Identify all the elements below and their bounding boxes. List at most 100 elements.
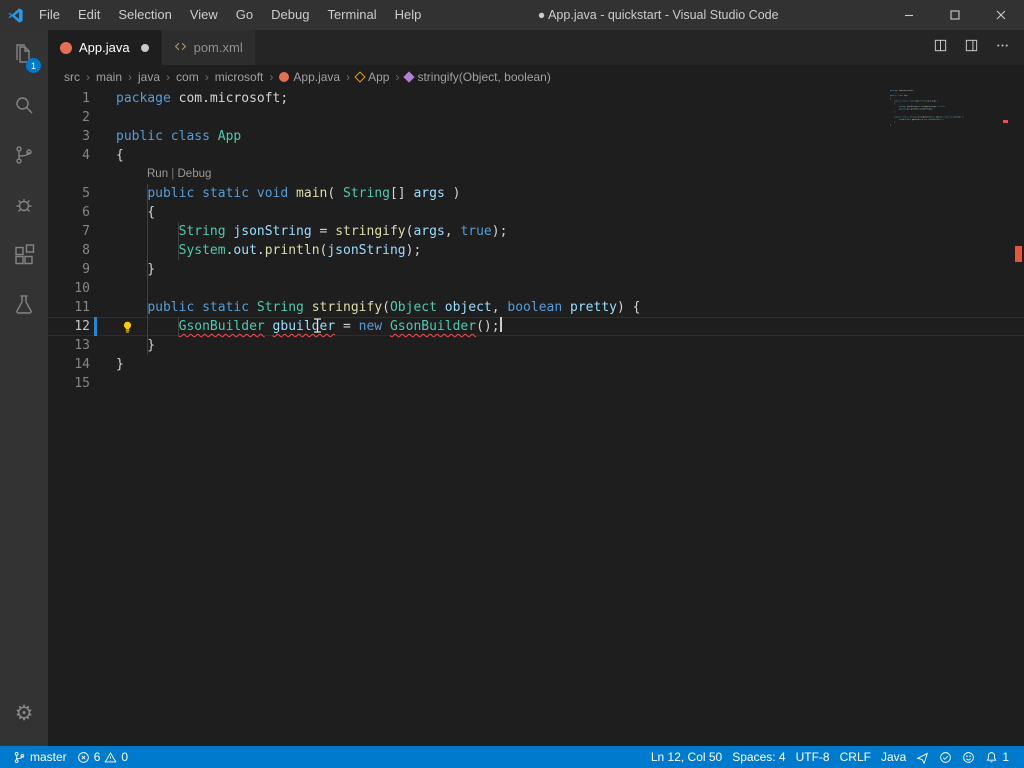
feedback-smiley-icon[interactable]	[957, 751, 980, 764]
tab-pom-xml[interactable]: pom.xml	[162, 30, 256, 65]
tab-app-java[interactable]: App.java	[48, 30, 162, 65]
breadcrumb-item[interactable]: src	[64, 70, 80, 84]
code-line[interactable]: 6 {	[48, 203, 1024, 222]
run-debug-icon[interactable]	[0, 180, 48, 230]
lightbulb-icon[interactable]	[121, 320, 135, 334]
menu-help[interactable]: Help	[386, 0, 431, 30]
toggle-layout-icon[interactable]	[964, 38, 979, 58]
code-line-text[interactable]: GsonBuilder gbuilder = new GsonBuilder()…	[116, 317, 1024, 336]
gutter-margin	[90, 203, 116, 222]
launch-icon[interactable]	[911, 751, 934, 764]
line-number[interactable]: 12	[48, 317, 90, 336]
code-line[interactable]: 8 System.out.println(jsonString);	[48, 241, 1024, 260]
search-icon[interactable]	[0, 80, 48, 130]
menu-file[interactable]: File	[30, 0, 69, 30]
code-line-text[interactable]: package com.microsoft;	[116, 89, 1024, 108]
split-editor-icon[interactable]	[933, 38, 948, 58]
line-number[interactable]: 6	[48, 203, 90, 222]
problems-indicator[interactable]: 6 0	[72, 750, 133, 764]
indentation-setting[interactable]: Spaces: 4	[727, 750, 790, 764]
line-number[interactable]: 7	[48, 222, 90, 241]
code-line[interactable]: 11 public static String stringify(Object…	[48, 298, 1024, 317]
menu-view[interactable]: View	[181, 0, 227, 30]
menu-terminal[interactable]: Terminal	[318, 0, 385, 30]
line-number[interactable]: 8	[48, 241, 90, 260]
code-line[interactable]: 7 String jsonString = stringify(args, tr…	[48, 222, 1024, 241]
code-line-text[interactable]	[116, 108, 1024, 127]
modified-dot-icon[interactable]	[141, 44, 149, 52]
minimap-line-text	[890, 126, 977, 129]
code-line[interactable]: 4{	[48, 146, 1024, 165]
branch-indicator[interactable]: master	[8, 750, 72, 764]
warning-icon	[104, 751, 117, 764]
java-file-icon	[60, 42, 72, 54]
codelens-debug-link[interactable]: Debug	[178, 168, 212, 180]
code-editor[interactable]: 1 package com.microsoft; 23 public class Ap…	[48, 89, 1024, 746]
code-line-text[interactable]: {	[116, 146, 1024, 165]
code-line[interactable]: 1 package com.microsoft;	[48, 89, 1024, 108]
breadcrumb-item[interactable]: java	[138, 70, 160, 84]
explorer-files-icon[interactable]: 1	[0, 30, 48, 80]
eol-setting[interactable]: CRLF	[835, 750, 876, 764]
minimap[interactable]: package com.microsoft;public class App{ …	[890, 89, 1010, 159]
language-mode[interactable]: Java	[876, 750, 911, 764]
gutter-margin	[90, 127, 116, 146]
code-line-text[interactable]: public class App	[116, 127, 1024, 146]
code-line[interactable]: 3 public class App	[48, 127, 1024, 146]
codelens-run-link[interactable]: Run	[147, 168, 168, 180]
maximize-button[interactable]	[932, 0, 978, 30]
line-number[interactable]: 4	[48, 146, 90, 165]
line-number[interactable]: 2	[48, 108, 90, 127]
line-number[interactable]: 13	[48, 336, 90, 355]
code-line-text[interactable]: System.out.println(jsonString);	[116, 241, 1024, 260]
encoding-setting[interactable]: UTF-8	[791, 750, 835, 764]
code-line-text[interactable]: String jsonString = stringify(args, true…	[116, 222, 1024, 241]
notifications-bell[interactable]: 1	[980, 750, 1014, 764]
breadcrumb-item[interactable]: stringify(Object, boolean)	[405, 70, 550, 84]
breadcrumb-item[interactable]: main	[96, 70, 122, 84]
code-line[interactable]: 5 public static void main( String[] args…	[48, 184, 1024, 203]
more-actions-icon[interactable]	[995, 38, 1010, 58]
code-line-text[interactable]: public static void main( String[] args )	[116, 184, 1024, 203]
branch-icon	[13, 751, 26, 764]
code-line-text[interactable]: }	[116, 355, 1024, 374]
code-line[interactable]: 9 }	[48, 260, 1024, 279]
close-button[interactable]	[978, 0, 1024, 30]
minimize-button[interactable]	[886, 0, 932, 30]
code-line-text[interactable]: }	[116, 336, 1024, 355]
test-beaker-icon[interactable]	[0, 280, 48, 330]
menu-selection[interactable]: Selection	[109, 0, 180, 30]
cursor-position[interactable]: Ln 12, Col 50	[646, 750, 727, 764]
line-number[interactable]: 14	[48, 355, 90, 374]
code-line-text[interactable]	[116, 374, 1024, 393]
code-line[interactable]: 15	[48, 374, 1024, 393]
line-number[interactable]: 3	[48, 127, 90, 146]
extensions-icon[interactable]	[0, 230, 48, 280]
code-line-text[interactable]: {	[116, 203, 1024, 222]
source-control-icon[interactable]	[0, 130, 48, 180]
line-number[interactable]: 15	[48, 374, 90, 393]
menu-go[interactable]: Go	[227, 0, 262, 30]
indent-guide	[178, 317, 179, 336]
code-line[interactable]: 2	[48, 108, 1024, 127]
breadcrumb-item[interactable]: microsoft	[215, 70, 264, 84]
line-number[interactable]: 10	[48, 279, 90, 298]
line-number[interactable]: 11	[48, 298, 90, 317]
java-status-icon[interactable]	[934, 751, 957, 764]
menu-debug[interactable]: Debug	[262, 0, 318, 30]
code-line-text[interactable]: }	[116, 260, 1024, 279]
code-line[interactable]: 13 }	[48, 336, 1024, 355]
breadcrumb-item[interactable]: App	[356, 70, 389, 84]
code-line[interactable]: 14}	[48, 355, 1024, 374]
line-number[interactable]: 5	[48, 184, 90, 203]
code-line-text[interactable]: public static String stringify(Object ob…	[116, 298, 1024, 317]
line-number[interactable]: 9	[48, 260, 90, 279]
settings-gear-icon[interactable]: ⚙	[0, 688, 48, 738]
code-line[interactable]: 10	[48, 279, 1024, 298]
line-number[interactable]: 1	[48, 89, 90, 108]
breadcrumb-item[interactable]: com	[176, 70, 199, 84]
menu-edit[interactable]: Edit	[69, 0, 109, 30]
code-line-text[interactable]	[116, 279, 1024, 298]
code-line[interactable]: 12 GsonBuilder gbuilder = new GsonBuilde…	[48, 317, 1024, 336]
breadcrumb-item[interactable]: App.java	[279, 70, 340, 84]
